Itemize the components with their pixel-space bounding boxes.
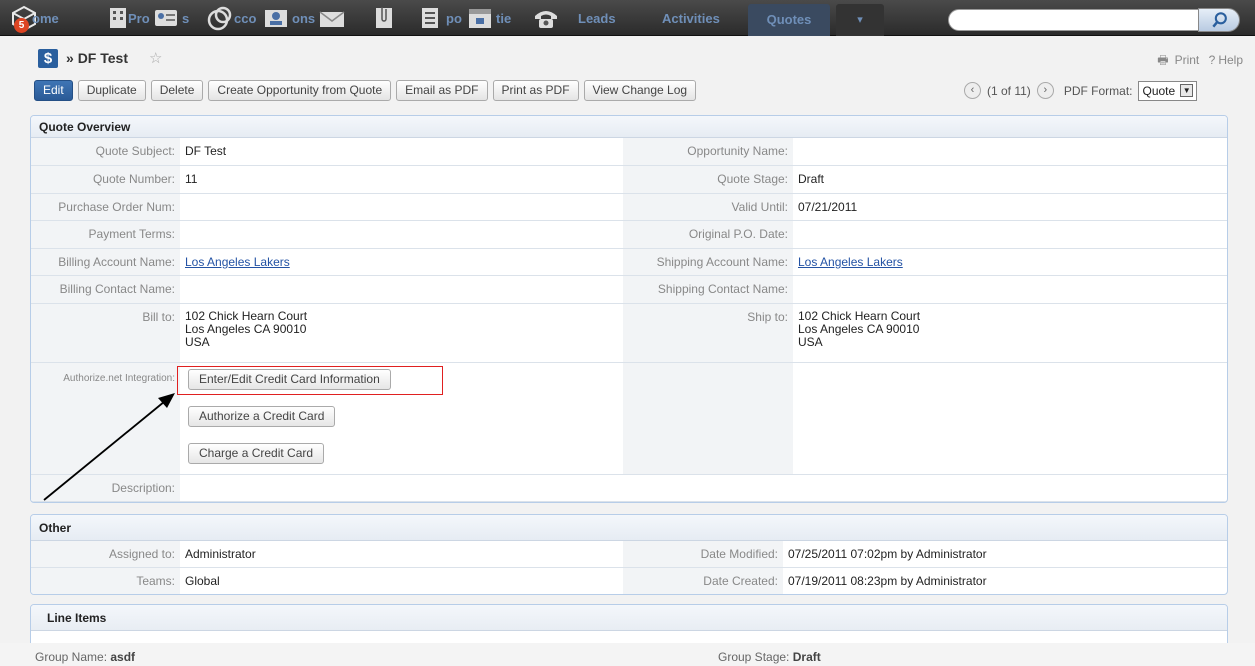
annotation-arrow [43,393,175,501]
